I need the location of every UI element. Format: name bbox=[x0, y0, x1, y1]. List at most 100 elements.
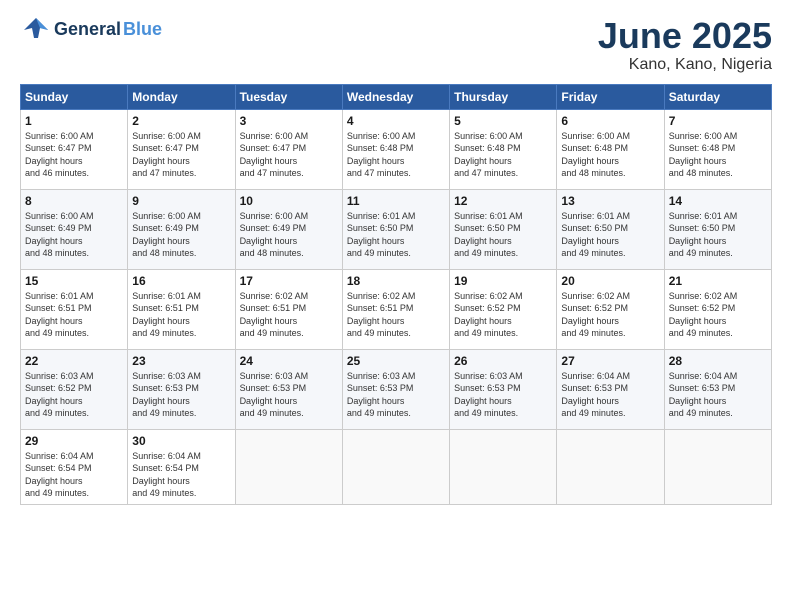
day-info: Sunrise: 6:02 AMSunset: 6:52 PMDaylight … bbox=[561, 290, 659, 340]
table-row: 12 Sunrise: 6:01 AMSunset: 6:50 PMDayligh… bbox=[450, 189, 557, 269]
table-row: 29 Sunrise: 6:04 AMSunset: 6:54 PMDayligh… bbox=[21, 429, 128, 504]
day-info: Sunrise: 6:01 AMSunset: 6:50 PMDaylight … bbox=[669, 210, 767, 260]
table-row: 25 Sunrise: 6:03 AMSunset: 6:53 PMDayligh… bbox=[342, 349, 449, 429]
day-number: 9 bbox=[132, 194, 230, 208]
table-row: 26 Sunrise: 6:03 AMSunset: 6:53 PMDayligh… bbox=[450, 349, 557, 429]
day-info: Sunrise: 6:04 AMSunset: 6:54 PMDaylight … bbox=[132, 450, 230, 500]
table-row: 22 Sunrise: 6:03 AMSunset: 6:52 PMDayligh… bbox=[21, 349, 128, 429]
day-number: 6 bbox=[561, 114, 659, 128]
table-row: 16 Sunrise: 6:01 AMSunset: 6:51 PMDayligh… bbox=[128, 269, 235, 349]
day-number: 30 bbox=[132, 434, 230, 448]
table-row: 9 Sunrise: 6:00 AMSunset: 6:49 PMDaylight… bbox=[128, 189, 235, 269]
day-info: Sunrise: 6:02 AMSunset: 6:52 PMDaylight … bbox=[454, 290, 552, 340]
header: GeneralBlue June 2025 Kano, Kano, Nigeri… bbox=[20, 16, 772, 74]
day-info: Sunrise: 6:03 AMSunset: 6:53 PMDaylight … bbox=[347, 370, 445, 420]
table-row bbox=[450, 429, 557, 504]
calendar-week-row: 15 Sunrise: 6:01 AMSunset: 6:51 PMDayligh… bbox=[21, 269, 772, 349]
table-row: 5 Sunrise: 6:00 AMSunset: 6:48 PMDaylight… bbox=[450, 109, 557, 189]
day-number: 26 bbox=[454, 354, 552, 368]
day-info: Sunrise: 6:01 AMSunset: 6:50 PMDaylight … bbox=[454, 210, 552, 260]
day-number: 22 bbox=[25, 354, 123, 368]
calendar-title: June 2025 bbox=[598, 16, 772, 56]
table-row: 4 Sunrise: 6:00 AMSunset: 6:48 PMDaylight… bbox=[342, 109, 449, 189]
table-row: 28Sunrise: 6:04 AMSunset: 6:53 PMDayligh… bbox=[664, 349, 771, 429]
page: GeneralBlue June 2025 Kano, Kano, Nigeri… bbox=[0, 0, 792, 612]
day-number: 14 bbox=[669, 194, 767, 208]
table-row bbox=[235, 429, 342, 504]
day-info: Sunrise: 6:03 AMSunset: 6:53 PMDaylight … bbox=[454, 370, 552, 420]
table-row: 21Sunrise: 6:02 AMSunset: 6:52 PMDayligh… bbox=[664, 269, 771, 349]
day-info: Sunrise: 6:00 AMSunset: 6:49 PMDaylight … bbox=[240, 210, 338, 260]
day-info: Sunrise: 6:04 AMSunset: 6:53 PMDaylight … bbox=[669, 370, 767, 420]
day-info: Sunrise: 6:00 AMSunset: 6:48 PMDaylight … bbox=[669, 130, 767, 180]
day-number: 27 bbox=[561, 354, 659, 368]
calendar-week-row: 22 Sunrise: 6:03 AMSunset: 6:52 PMDayligh… bbox=[21, 349, 772, 429]
day-number: 25 bbox=[347, 354, 445, 368]
day-info: Sunrise: 6:00 AMSunset: 6:48 PMDaylight … bbox=[561, 130, 659, 180]
calendar-week-row: 1 Sunrise: 6:00 AMSunset: 6:47 PMDaylight… bbox=[21, 109, 772, 189]
day-info: Sunrise: 6:03 AMSunset: 6:52 PMDaylight … bbox=[25, 370, 123, 420]
calendar-header-row: Sunday Monday Tuesday Wednesday Thursday… bbox=[21, 84, 772, 109]
calendar-week-row: 29 Sunrise: 6:04 AMSunset: 6:54 PMDayligh… bbox=[21, 429, 772, 504]
day-info: Sunrise: 6:02 AMSunset: 6:51 PMDaylight … bbox=[240, 290, 338, 340]
table-row: 19 Sunrise: 6:02 AMSunset: 6:52 PMDayligh… bbox=[450, 269, 557, 349]
day-info: Sunrise: 6:02 AMSunset: 6:51 PMDaylight … bbox=[347, 290, 445, 340]
day-info: Sunrise: 6:01 AMSunset: 6:50 PMDaylight … bbox=[561, 210, 659, 260]
table-row: 18Sunrise: 6:02 AMSunset: 6:51 PMDayligh… bbox=[342, 269, 449, 349]
day-info: Sunrise: 6:01 AMSunset: 6:50 PMDaylight … bbox=[347, 210, 445, 260]
day-number: 20 bbox=[561, 274, 659, 288]
day-info: Sunrise: 6:00 AMSunset: 6:47 PMDaylight … bbox=[25, 130, 123, 180]
day-number: 2 bbox=[132, 114, 230, 128]
day-info: Sunrise: 6:00 AMSunset: 6:47 PMDaylight … bbox=[240, 130, 338, 180]
day-info: Sunrise: 6:01 AMSunset: 6:51 PMDaylight … bbox=[132, 290, 230, 340]
day-number: 3 bbox=[240, 114, 338, 128]
day-info: Sunrise: 6:04 AMSunset: 6:54 PMDaylight … bbox=[25, 450, 123, 500]
table-row: 1 Sunrise: 6:00 AMSunset: 6:47 PMDaylight… bbox=[21, 109, 128, 189]
day-info: Sunrise: 6:03 AMSunset: 6:53 PMDaylight … bbox=[132, 370, 230, 420]
day-number: 13 bbox=[561, 194, 659, 208]
day-number: 29 bbox=[25, 434, 123, 448]
col-saturday: Saturday bbox=[664, 84, 771, 109]
day-info: Sunrise: 6:04 AMSunset: 6:53 PMDaylight … bbox=[561, 370, 659, 420]
table-row: 14 Sunrise: 6:01 AMSunset: 6:50 PMDayligh… bbox=[664, 189, 771, 269]
day-number: 24 bbox=[240, 354, 338, 368]
day-number: 19 bbox=[454, 274, 552, 288]
calendar-subtitle: Kano, Kano, Nigeria bbox=[598, 56, 772, 74]
day-number: 23 bbox=[132, 354, 230, 368]
day-number: 1 bbox=[25, 114, 123, 128]
table-row: 7 Sunrise: 6:00 AMSunset: 6:48 PMDaylight… bbox=[664, 109, 771, 189]
table-row: 2Sunrise: 6:00 AMSunset: 6:47 PMDaylight… bbox=[128, 109, 235, 189]
logo-general: General bbox=[54, 19, 121, 40]
table-row: 13 Sunrise: 6:01 AMSunset: 6:50 PMDayligh… bbox=[557, 189, 664, 269]
day-info: Sunrise: 6:00 AMSunset: 6:48 PMDaylight … bbox=[347, 130, 445, 180]
day-number: 5 bbox=[454, 114, 552, 128]
col-friday: Friday bbox=[557, 84, 664, 109]
table-row: 3 Sunrise: 6:00 AMSunset: 6:47 PMDaylight… bbox=[235, 109, 342, 189]
day-info: Sunrise: 6:00 AMSunset: 6:48 PMDaylight … bbox=[454, 130, 552, 180]
col-tuesday: Tuesday bbox=[235, 84, 342, 109]
col-sunday: Sunday bbox=[21, 84, 128, 109]
logo-blue: Blue bbox=[123, 19, 162, 40]
day-info: Sunrise: 6:03 AMSunset: 6:53 PMDaylight … bbox=[240, 370, 338, 420]
day-number: 8 bbox=[25, 194, 123, 208]
day-number: 16 bbox=[132, 274, 230, 288]
day-number: 4 bbox=[347, 114, 445, 128]
col-monday: Monday bbox=[128, 84, 235, 109]
day-number: 15 bbox=[25, 274, 123, 288]
table-row: 20 Sunrise: 6:02 AMSunset: 6:52 PMDayligh… bbox=[557, 269, 664, 349]
day-number: 21 bbox=[669, 274, 767, 288]
table-row: 6 Sunrise: 6:00 AMSunset: 6:48 PMDaylight… bbox=[557, 109, 664, 189]
calendar-table: Sunday Monday Tuesday Wednesday Thursday… bbox=[20, 84, 772, 505]
col-thursday: Thursday bbox=[450, 84, 557, 109]
table-row bbox=[557, 429, 664, 504]
day-number: 12 bbox=[454, 194, 552, 208]
day-info: Sunrise: 6:00 AMSunset: 6:49 PMDaylight … bbox=[132, 210, 230, 260]
table-row: 17 Sunrise: 6:02 AMSunset: 6:51 PMDayligh… bbox=[235, 269, 342, 349]
day-info: Sunrise: 6:01 AMSunset: 6:51 PMDaylight … bbox=[25, 290, 123, 340]
day-number: 11 bbox=[347, 194, 445, 208]
day-number: 17 bbox=[240, 274, 338, 288]
logo: GeneralBlue bbox=[20, 16, 162, 42]
day-number: 10 bbox=[240, 194, 338, 208]
table-row: 11 Sunrise: 6:01 AMSunset: 6:50 PMDayligh… bbox=[342, 189, 449, 269]
day-number: 7 bbox=[669, 114, 767, 128]
